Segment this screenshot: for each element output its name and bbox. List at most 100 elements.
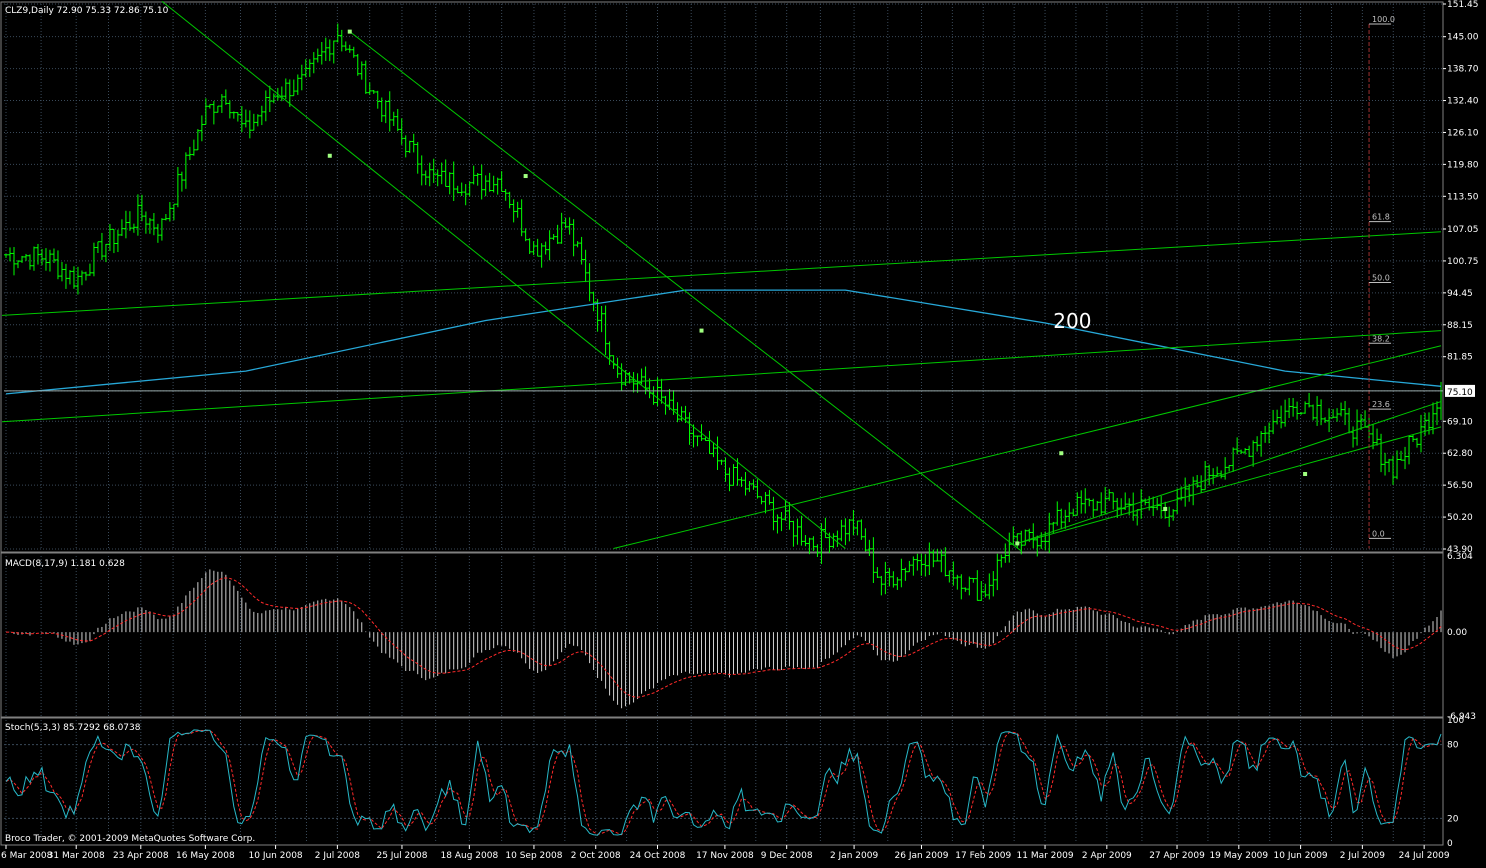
- ohlc-bar[interactable]: [235, 112, 240, 122]
- ohlc-bar[interactable]: [1311, 404, 1316, 421]
- ohlc-bar[interactable]: [435, 169, 440, 187]
- ohlc-bar[interactable]: [747, 481, 752, 492]
- ohlc-bar[interactable]: [483, 175, 488, 197]
- ohlc-bar[interactable]: [1255, 436, 1260, 452]
- ohlc-bar[interactable]: [151, 213, 156, 236]
- ohlc-bar[interactable]: [571, 219, 576, 257]
- ohlc-bar[interactable]: [147, 217, 152, 234]
- ohlc-bar[interactable]: [899, 558, 904, 588]
- ohlc-bar[interactable]: [407, 140, 412, 154]
- ohlc-bar[interactable]: [639, 368, 644, 385]
- ohlc-bar[interactable]: [919, 553, 924, 576]
- trendline-middle[interactable]: [1, 330, 1442, 423]
- ohlc-bar[interactable]: [259, 105, 264, 126]
- ohlc-bar[interactable]: [823, 517, 828, 539]
- ohlc-bar[interactable]: [1331, 409, 1336, 419]
- ohlc-bar[interactable]: [847, 519, 852, 542]
- ohlc-bar[interactable]: [167, 202, 172, 222]
- ohlc-bar[interactable]: [763, 491, 768, 514]
- ohlc-bar[interactable]: [363, 60, 368, 94]
- ohlc-bar[interactable]: [815, 544, 820, 557]
- ohlc-bar[interactable]: [1259, 431, 1264, 457]
- ohlc-bar[interactable]: [267, 85, 272, 112]
- ohlc-bar[interactable]: [1155, 497, 1160, 511]
- ohlc-bar[interactable]: [207, 104, 212, 109]
- ohlc-bar[interactable]: [1427, 412, 1432, 435]
- ohlc-bar[interactable]: [1423, 412, 1428, 436]
- ohlc-bar[interactable]: [1055, 501, 1060, 526]
- ohlc-bar[interactable]: [379, 97, 384, 122]
- ohlc-bar[interactable]: [983, 583, 988, 598]
- ohlc-bar[interactable]: [1343, 400, 1348, 426]
- ohlc-bar[interactable]: [203, 98, 208, 125]
- ohlc-bar[interactable]: [331, 40, 336, 64]
- ohlc-bar[interactable]: [231, 111, 236, 119]
- ohlc-bar[interactable]: [787, 502, 792, 530]
- channel-down-lower[interactable]: [161, 0, 846, 549]
- ohlc-bar[interactable]: [183, 152, 188, 189]
- ohlc-bar[interactable]: [1379, 433, 1384, 473]
- ohlc-bar[interactable]: [903, 567, 908, 581]
- ohlc-bar[interactable]: [499, 171, 504, 192]
- ohlc-bar[interactable]: [1439, 381, 1444, 420]
- ohlc-bar[interactable]: [1183, 477, 1188, 507]
- ohlc-bar[interactable]: [339, 29, 344, 52]
- ohlc-bar[interactable]: [563, 217, 568, 229]
- anchor-point[interactable]: [1059, 451, 1064, 456]
- ohlc-bar[interactable]: [723, 457, 728, 482]
- ohlc-bar[interactable]: [215, 105, 220, 113]
- ohlc-bar[interactable]: [1263, 425, 1268, 443]
- ohlc-bar[interactable]: [771, 496, 776, 531]
- ohlc-bar[interactable]: [855, 520, 860, 536]
- ohlc-bar[interactable]: [1287, 397, 1292, 419]
- ohlc-bar[interactable]: [307, 59, 312, 77]
- ohlc-bar[interactable]: [975, 570, 980, 601]
- ohlc-bar[interactable]: [1247, 445, 1252, 458]
- ohlc-bar[interactable]: [555, 224, 560, 244]
- anchor-point[interactable]: [699, 328, 704, 333]
- ohlc-bar[interactable]: [343, 41, 348, 51]
- ohlc-bar[interactable]: [495, 177, 500, 195]
- ohlc-bar[interactable]: [515, 201, 520, 218]
- ohlc-bar[interactable]: [1303, 401, 1308, 414]
- ohlc-bar[interactable]: [1271, 409, 1276, 435]
- ohlc-bar[interactable]: [891, 571, 896, 588]
- ohlc-bar[interactable]: [1119, 498, 1124, 516]
- ohlc-bar[interactable]: [523, 228, 528, 242]
- ohlc-bar[interactable]: [299, 64, 304, 91]
- ohlc-bar[interactable]: [439, 162, 444, 185]
- ohlc-bar[interactable]: [443, 159, 448, 188]
- ohlc-bar[interactable]: [107, 223, 112, 252]
- ohlc-bar[interactable]: [863, 528, 868, 552]
- ohlc-bar[interactable]: [475, 172, 480, 186]
- ohlc-bar[interactable]: [1283, 399, 1288, 427]
- ohlc-bar[interactable]: [1299, 412, 1304, 415]
- ohlc-bar[interactable]: [755, 479, 760, 499]
- ohlc-bar[interactable]: [43, 248, 48, 271]
- ohlc-bar[interactable]: [327, 39, 332, 62]
- ohlc-bar[interactable]: [1227, 465, 1232, 472]
- ohlc-bar[interactable]: [155, 223, 160, 243]
- ohlc-bar[interactable]: [179, 171, 184, 192]
- ohlc-bar[interactable]: [655, 377, 660, 407]
- ohlc-bar[interactable]: [419, 155, 424, 186]
- ohlc-bar[interactable]: [1383, 452, 1388, 476]
- ohlc-bar[interactable]: [395, 108, 400, 132]
- ohlc-bar[interactable]: [1203, 460, 1208, 491]
- ohlc-bar[interactable]: [199, 115, 204, 142]
- ohlc-bar[interactable]: [1083, 488, 1088, 514]
- ohlc-bar[interactable]: [707, 430, 712, 455]
- ohlc-bar[interactable]: [935, 548, 940, 562]
- ohlc-bar[interactable]: [399, 118, 404, 145]
- ohlc-bar[interactable]: [1391, 455, 1396, 485]
- ohlc-bar[interactable]: [971, 577, 976, 583]
- ohlc-bar[interactable]: [875, 567, 880, 579]
- ohlc-bar[interactable]: [1211, 468, 1216, 485]
- stoch-main-line[interactable]: [5, 729, 1442, 836]
- ohlc-bar[interactable]: [451, 161, 456, 201]
- ohlc-bar[interactable]: [519, 199, 524, 237]
- ohlc-bar[interactable]: [1279, 405, 1284, 429]
- ohlc-bar[interactable]: [491, 175, 496, 193]
- ohlc-bar[interactable]: [1067, 502, 1072, 523]
- ohlc-bar[interactable]: [907, 560, 912, 573]
